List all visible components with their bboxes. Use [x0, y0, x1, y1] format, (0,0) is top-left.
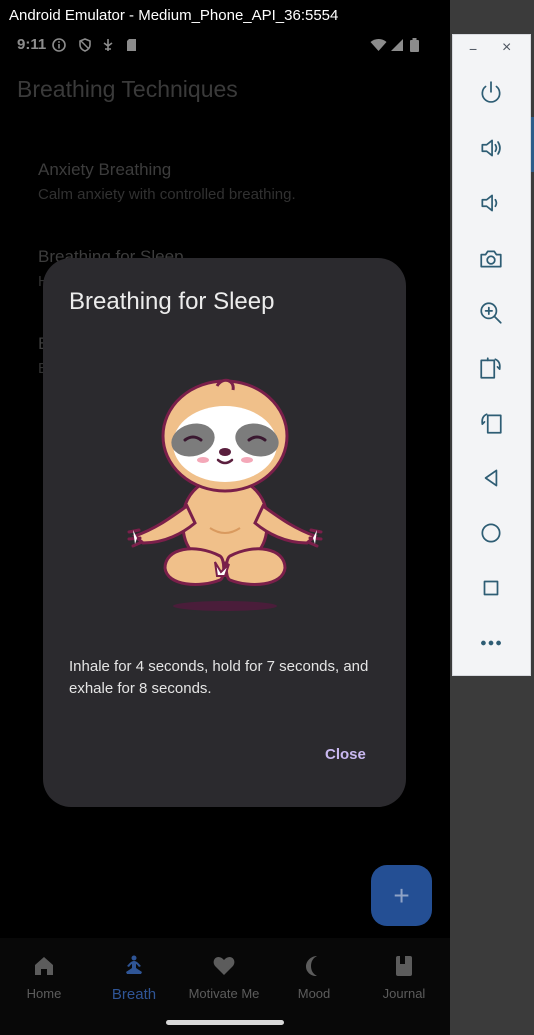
- rotate-left-icon: [481, 413, 502, 434]
- nav-label: Home: [26, 986, 62, 1001]
- nav-label: Breath: [111, 986, 157, 1003]
- volume-down-button[interactable]: [475, 187, 507, 219]
- volume-up-button[interactable]: [475, 132, 507, 164]
- home-button[interactable]: [475, 517, 507, 549]
- nav-label: Mood: [297, 986, 331, 1001]
- book-icon: [396, 956, 412, 976]
- volume-down-icon: [481, 194, 498, 212]
- close-window-button[interactable]: ×: [502, 39, 511, 57]
- zoom-icon: [480, 302, 502, 324]
- nav-label: Journal: [382, 986, 426, 1001]
- moon-icon: [306, 956, 317, 977]
- meditating-sloth-illustration: [127, 378, 323, 611]
- plus-icon: +: [393, 879, 410, 911]
- overview-icon: [483, 580, 499, 596]
- phone-screen: 9:11 Breathing Techniques Anxiety Breath…: [0, 32, 450, 1035]
- power-icon: [481, 81, 501, 103]
- screenshot-button[interactable]: [475, 243, 507, 275]
- volume-up-icon: [481, 139, 501, 157]
- nav-item-home[interactable]: Home: [0, 952, 89, 1001]
- back-icon: [484, 469, 498, 487]
- emulator-window-title: Android Emulator - Medium_Phone_API_36:5…: [0, 0, 450, 32]
- meditation-icon: [126, 955, 142, 974]
- rotate-right-icon: [480, 357, 501, 379]
- more-icon: [481, 640, 501, 646]
- heart-icon: [213, 956, 235, 975]
- add-fab-button[interactable]: +: [371, 865, 432, 926]
- nav-item-breath[interactable]: Breath: [89, 952, 179, 1003]
- home-circle-icon: [481, 523, 501, 543]
- bottom-navigation: Home Breath Motivate Me Mood Journal: [0, 938, 450, 1035]
- dialog-title: Breathing for Sleep: [69, 288, 275, 315]
- more-button[interactable]: [475, 627, 507, 659]
- nav-item-mood[interactable]: Mood: [269, 952, 359, 1001]
- close-button[interactable]: Close: [325, 746, 366, 763]
- rotate-left-button[interactable]: [475, 407, 507, 439]
- zoom-button[interactable]: [475, 297, 507, 329]
- nav-item-motivate[interactable]: Motivate Me: [179, 952, 269, 1001]
- emulator-toolbar: − ×: [452, 34, 531, 676]
- nav-label: Motivate Me: [188, 986, 260, 1001]
- back-button[interactable]: [475, 462, 507, 494]
- overview-button[interactable]: [475, 572, 507, 604]
- home-icon: [35, 957, 53, 975]
- nav-item-journal[interactable]: Journal: [359, 952, 449, 1001]
- power-button[interactable]: [475, 77, 507, 109]
- technique-dialog: Breathing for Sleep Inhale for 4 seconds…: [43, 258, 406, 807]
- camera-icon: [480, 250, 502, 268]
- gesture-handle[interactable]: [166, 1020, 284, 1025]
- dialog-body-text: Inhale for 4 seconds, hold for 7 seconds…: [69, 658, 369, 697]
- rotate-right-button[interactable]: [475, 352, 507, 384]
- minimize-button[interactable]: −: [469, 41, 477, 57]
